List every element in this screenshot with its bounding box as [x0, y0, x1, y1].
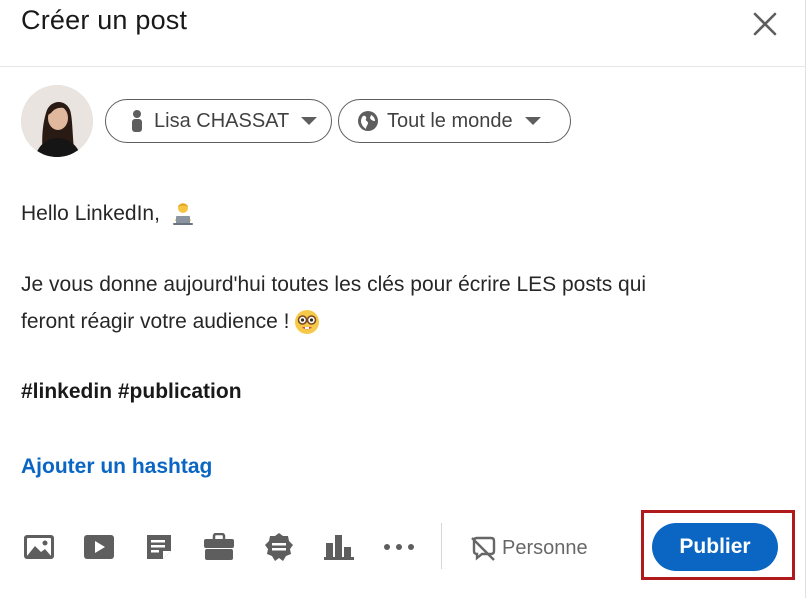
person-icon [132, 110, 142, 132]
share-job-button[interactable] [202, 530, 236, 564]
post-line-text: Hello LinkedIn, [21, 202, 160, 225]
post-hashtags[interactable]: #linkedin #publication [21, 374, 242, 410]
badge-icon [265, 533, 293, 561]
globe-icon [358, 111, 378, 131]
comment-control-label: Personne [502, 536, 588, 559]
post-line[interactable]: Je vous donne aujourd'hui toutes les clé… [21, 267, 646, 303]
author-avatar [21, 85, 93, 157]
toolbar-divider [441, 523, 442, 569]
bar-chart-icon [324, 535, 354, 560]
document-icon [147, 535, 171, 559]
technologist-emoji-icon [172, 203, 193, 226]
modal-header: Créer un post [0, 0, 806, 67]
author-name: Lisa CHASSAT [154, 109, 290, 132]
comment-control-button[interactable]: Personne [470, 532, 588, 564]
create-post-modal: Créer un post Lisa CHASSAT Tout le monde… [0, 0, 806, 598]
add-hashtag-link[interactable]: Ajouter un hashtag [21, 455, 212, 479]
publish-button[interactable]: Publier [652, 523, 778, 571]
visibility-label: Tout le monde [387, 109, 513, 132]
video-icon [84, 535, 114, 559]
create-poll-button[interactable] [322, 530, 356, 564]
nerd-face-emoji-icon [294, 310, 319, 335]
briefcase-icon [204, 533, 234, 560]
more-icon [384, 544, 414, 550]
chevron-down-icon [301, 117, 318, 125]
close-button[interactable] [748, 6, 782, 40]
modal-title: Créer un post [21, 5, 188, 35]
add-photo-button[interactable] [22, 530, 56, 564]
chevron-down-icon [524, 117, 541, 125]
comment-off-icon [471, 536, 496, 561]
visibility-selector[interactable]: Tout le monde [338, 99, 571, 143]
post-line-text: feront réagir votre audience ! [21, 310, 290, 333]
post-line[interactable]: Hello LinkedIn, [21, 196, 196, 232]
close-icon [753, 12, 777, 36]
add-video-button[interactable] [82, 530, 116, 564]
celebrate-button[interactable] [262, 530, 296, 564]
image-icon [24, 535, 54, 559]
post-line[interactable]: feront réagir votre audience ! [21, 304, 320, 340]
more-options-button[interactable] [382, 530, 416, 564]
author-selector[interactable]: Lisa CHASSAT [105, 99, 332, 143]
add-document-button[interactable] [142, 530, 176, 564]
